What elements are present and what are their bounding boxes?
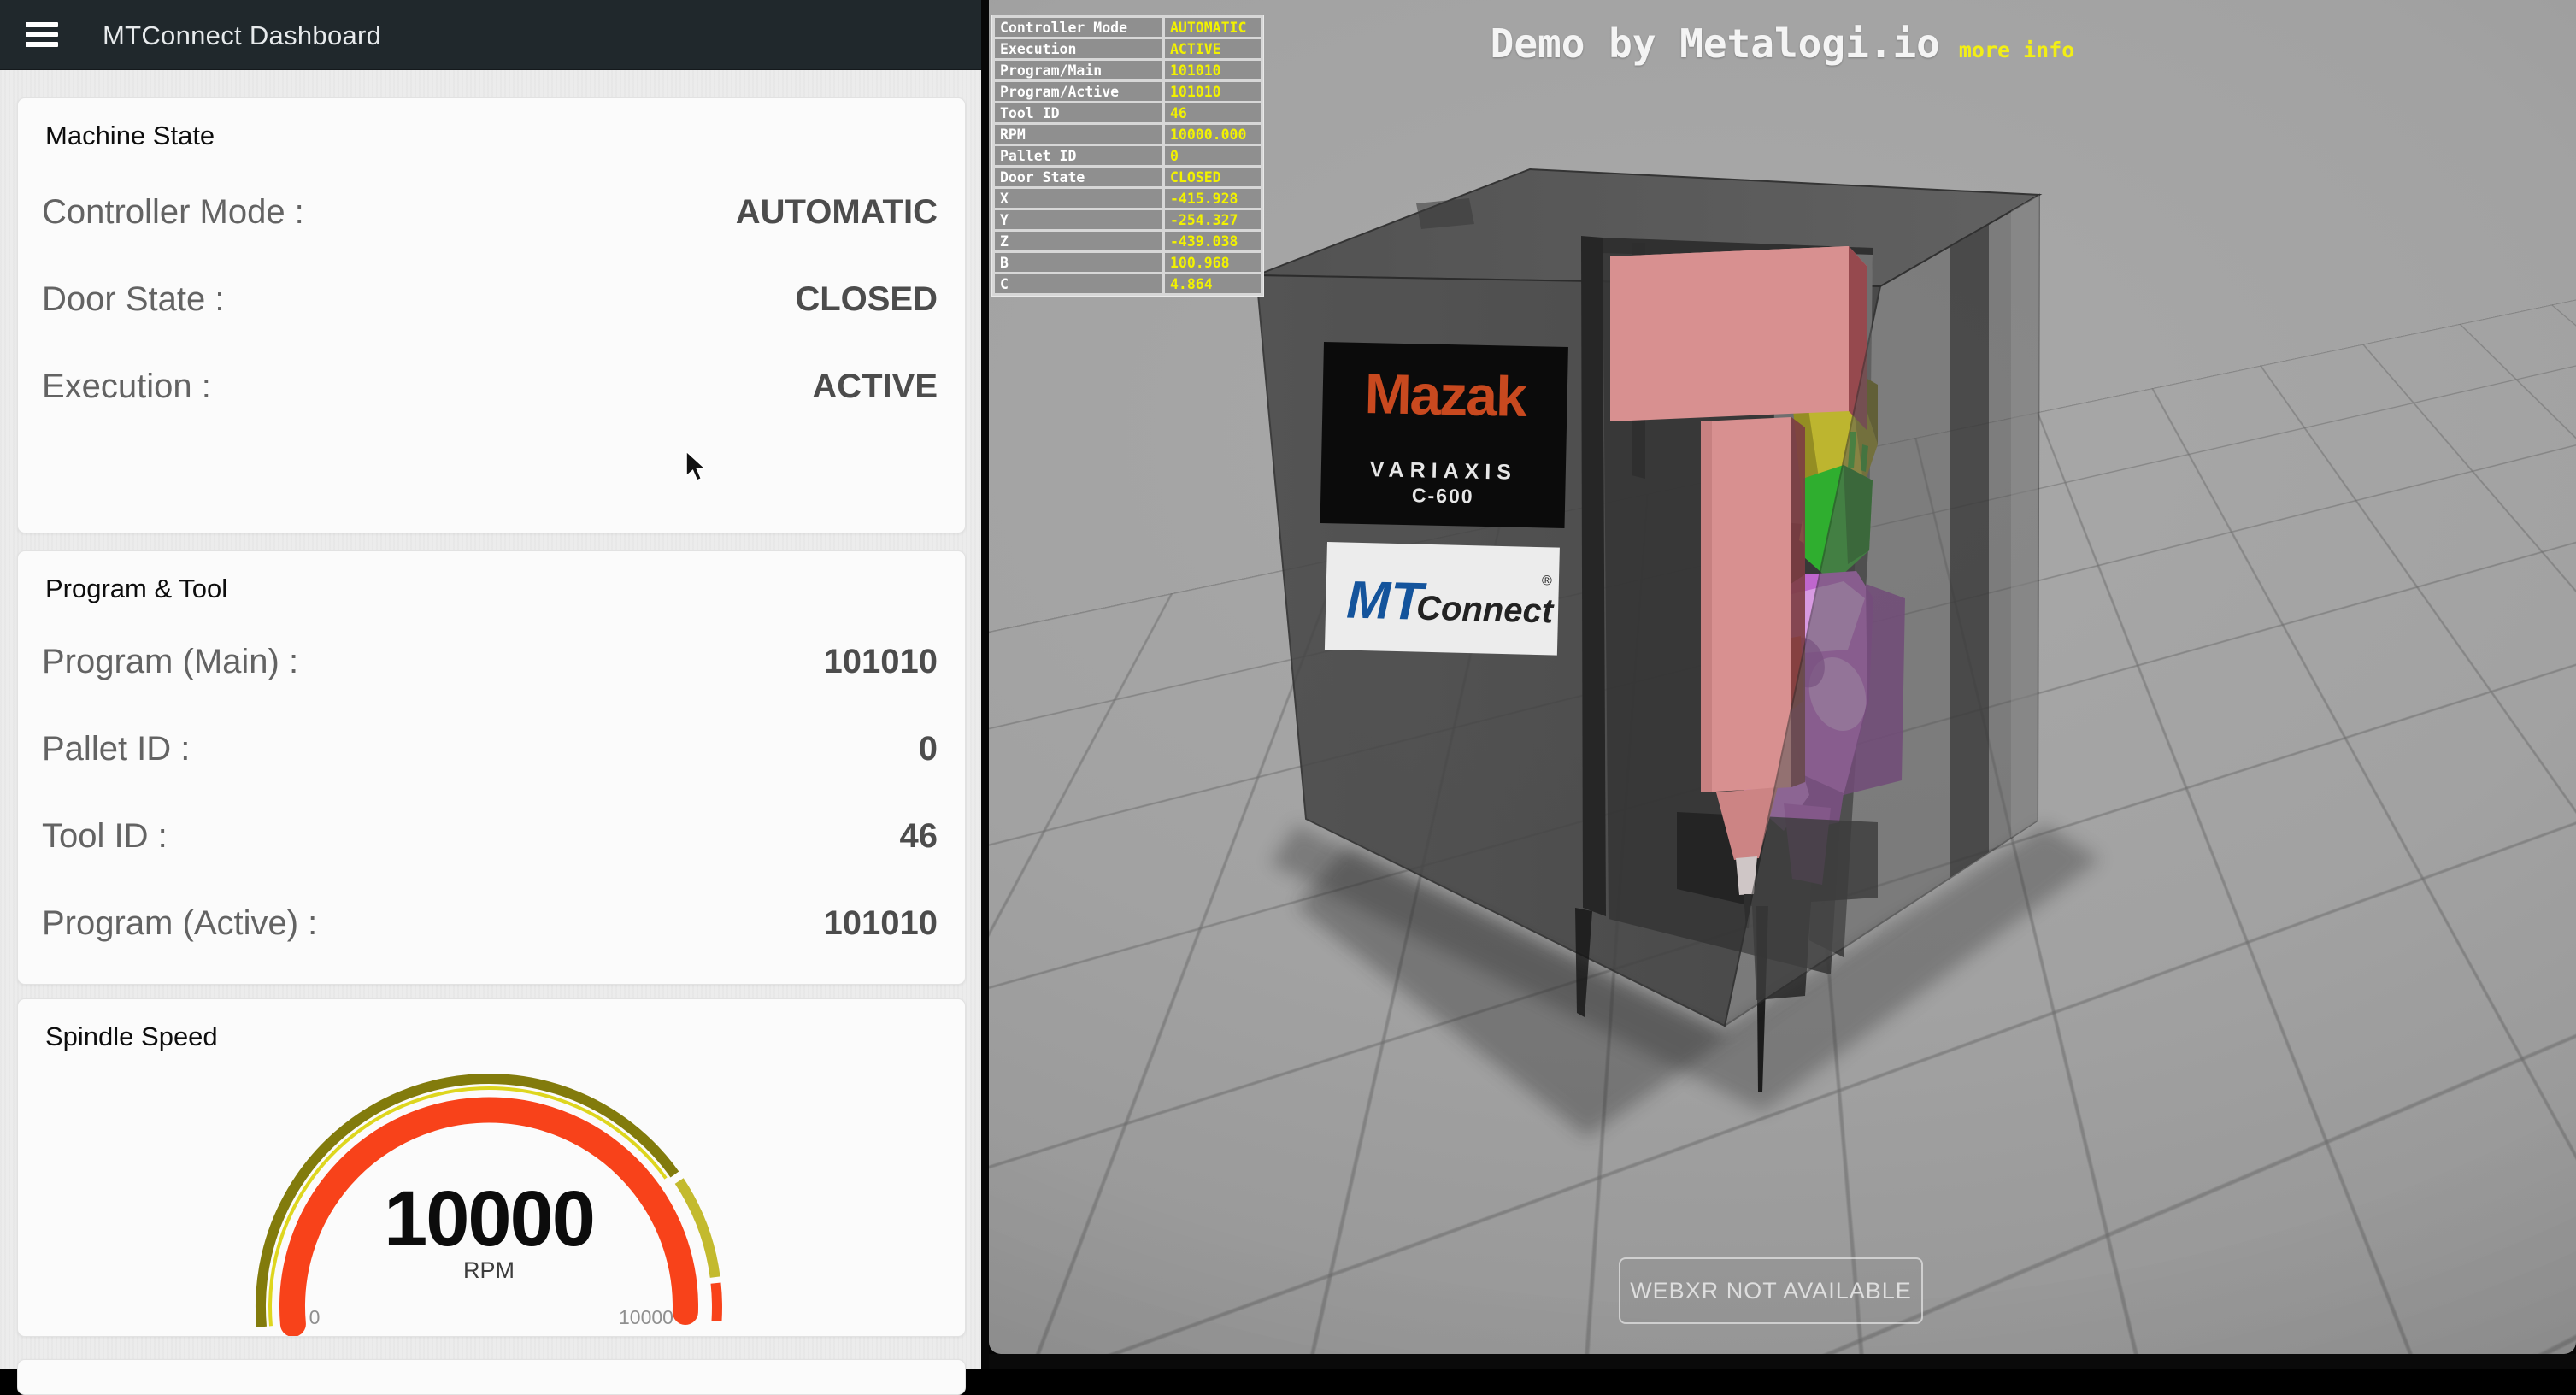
row-label: Program (Main) :: [42, 639, 298, 684]
row-door-state: Door State : CLOSED: [42, 277, 938, 321]
hud-label: B: [995, 253, 1162, 272]
screen: MTConnect Dashboard Machine State Contro…: [0, 0, 2576, 1369]
row-execution: Execution : ACTIVE: [42, 364, 938, 409]
hud-row: C4.864: [995, 274, 1261, 293]
hud-row: Y-254.327: [995, 210, 1261, 229]
row-value: 101010: [824, 901, 938, 945]
row-value: 0: [919, 727, 938, 771]
gauge-value: 10000: [384, 1175, 594, 1263]
card-title: Machine State: [45, 121, 215, 151]
gauge-max-label: 10000: [619, 1306, 673, 1328]
hud-label: X: [995, 189, 1162, 208]
mazak-logo-panel: Mazak VARIAXIS C-600: [1320, 342, 1568, 528]
hud-label: Z: [995, 232, 1162, 250]
hud-value: 100.968: [1165, 253, 1261, 272]
hud-value: 0: [1165, 146, 1261, 165]
app-header: MTConnect Dashboard: [0, 0, 981, 70]
program-tool-card: Program & Tool Program (Main) : 101010 P…: [17, 550, 966, 985]
mtconnect-connect: Connect: [1416, 590, 1556, 631]
mazak-wordmark: Mazak: [1364, 362, 1528, 428]
hud-row: Z-439.038: [995, 232, 1261, 250]
hud-value: 101010: [1165, 82, 1261, 101]
row-label: Pallet ID :: [42, 727, 190, 771]
hud-value: -439.038: [1165, 232, 1261, 250]
row-label: Controller Mode :: [42, 190, 304, 234]
row-value: ACTIVE: [812, 364, 938, 409]
row-value: 101010: [824, 639, 938, 684]
hud-row: X-415.928: [995, 189, 1261, 208]
registered-mark: ®: [1542, 574, 1552, 588]
hud-row: Program/Active101010: [995, 82, 1261, 101]
viewer-title: Demo by Metalogi.io: [1491, 21, 1940, 67]
row-label: Execution :: [42, 364, 211, 409]
machine-state-card: Machine State Controller Mode : AUTOMATI…: [17, 97, 966, 533]
variaxis-label: VARIAXIS: [1369, 457, 1517, 485]
menu-icon[interactable]: [26, 22, 58, 47]
hud-label: Door State: [995, 168, 1162, 186]
app-title: MTConnect Dashboard: [103, 0, 381, 69]
dashboard-panel: MTConnect Dashboard Machine State Contro…: [0, 0, 981, 1369]
hud-label: Program/Active: [995, 82, 1162, 101]
spindle-speed-card: Spindle Speed 10000 RPM 0 10000: [17, 998, 966, 1337]
partial-card: [17, 1359, 966, 1395]
hud-row: RPM10000.000: [995, 125, 1261, 144]
row-tool-id: Tool ID : 46: [42, 814, 938, 858]
hud-value: -415.928: [1165, 189, 1261, 208]
row-label: Program (Active) :: [42, 901, 317, 945]
viewer-header: Demo by Metalogi.io more info: [989, 21, 2576, 67]
model-label: C-600: [1412, 484, 1474, 508]
row-value: CLOSED: [795, 277, 938, 321]
gauge-unit: RPM: [463, 1257, 515, 1283]
row-controller-mode: Controller Mode : AUTOMATIC: [42, 190, 938, 234]
hud-label: RPM: [995, 125, 1162, 144]
hud-row: Pallet ID0: [995, 146, 1261, 165]
more-info-link[interactable]: more info: [1959, 38, 2074, 62]
card-title: Program & Tool: [45, 574, 227, 604]
hud-value: -254.327: [1165, 210, 1261, 229]
hud-label: Y: [995, 210, 1162, 229]
hud-label: Pallet ID: [995, 146, 1162, 165]
hud-value: 46: [1165, 103, 1261, 122]
row-program-main: Program (Main) : 101010: [42, 639, 938, 684]
row-value: AUTOMATIC: [736, 190, 938, 234]
mtconnect-logo-panel: MT Connect ®: [1325, 542, 1560, 656]
hud-row: Door StateCLOSED: [995, 168, 1261, 186]
row-label: Tool ID :: [42, 814, 168, 858]
hud-label: Tool ID: [995, 103, 1162, 122]
hud-row: Tool ID46: [995, 103, 1261, 122]
panel-divider: [981, 0, 989, 1369]
webxr-button[interactable]: WEBXR NOT AVAILABLE: [1619, 1257, 1923, 1324]
hud-value: 10000.000: [1165, 125, 1261, 144]
row-pallet-id: Pallet ID : 0: [42, 727, 938, 771]
viewer-3d-canvas[interactable]: Mazak VARIAXIS C-600 MT Connect ® Contro…: [989, 0, 2576, 1354]
spindle-gauge: 10000 RPM 0 10000: [18, 999, 965, 1336]
gauge-ring-red-stub: [716, 1283, 717, 1321]
bottom-strip: [989, 1354, 2576, 1369]
row-program-active: Program (Active) : 101010: [42, 901, 938, 945]
hud-label: C: [995, 274, 1162, 293]
gauge-min-label: 0: [309, 1306, 321, 1328]
hud-value: CLOSED: [1165, 168, 1261, 186]
row-value: 46: [900, 814, 938, 858]
hud-row: B100.968: [995, 253, 1261, 272]
hud-value: 4.864: [1165, 274, 1261, 293]
row-label: Door State :: [42, 277, 224, 321]
